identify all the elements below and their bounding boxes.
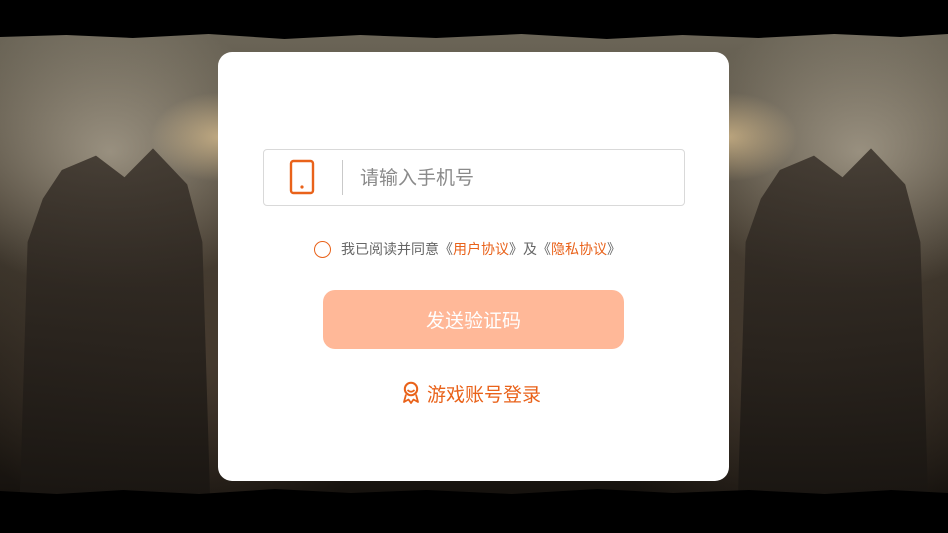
and-text: 及: [523, 242, 537, 258]
account-login-link[interactable]: 游戏账号登录: [401, 378, 541, 408]
account-login-label: 游戏账号登录: [427, 383, 542, 406]
bracket-open: 《: [439, 242, 453, 258]
tower-left: [20, 148, 210, 494]
agree-radio[interactable]: [314, 240, 331, 258]
bracket-close: 》: [509, 242, 523, 258]
phone-field: [263, 149, 685, 206]
field-divider: [342, 160, 343, 195]
phone-number-input[interactable]: [358, 158, 662, 198]
user-agreement-link[interactable]: 用户协议: [453, 239, 509, 259]
phone-icon: [289, 159, 315, 195]
send-code-button[interactable]: 发送验证码: [323, 290, 624, 349]
tower-right: [738, 148, 928, 494]
login-dialog: 我已阅读并同意 《 用户协议 》 及 《 隐私协议 》 发送验证码 游戏账号登录: [218, 52, 729, 481]
agreement-row: 我已阅读并同意 《 用户协议 》 及 《 隐私协议 》: [314, 238, 621, 260]
account-icon: [403, 381, 419, 404]
privacy-agreement-link[interactable]: 隐私协议: [551, 239, 607, 259]
bracket-close: 》: [607, 242, 621, 258]
agreement-text: 我已阅读并同意: [341, 242, 439, 258]
bracket-open: 《: [537, 242, 551, 258]
